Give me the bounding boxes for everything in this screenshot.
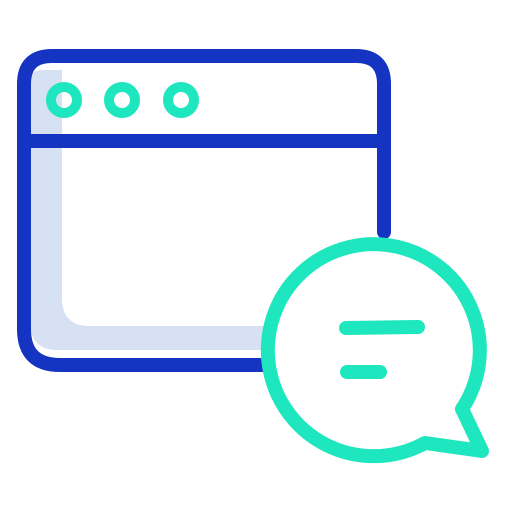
window-dot-icon: [163, 82, 199, 118]
window-dot-icon: [104, 82, 140, 118]
chat-bubble-outline: [260, 237, 489, 464]
window-dot-icon: [46, 82, 82, 118]
message-line-icon: [339, 320, 425, 335]
browser-window-chat-icon: [17, 49, 489, 464]
chat-bubble-icon: [260, 237, 489, 464]
